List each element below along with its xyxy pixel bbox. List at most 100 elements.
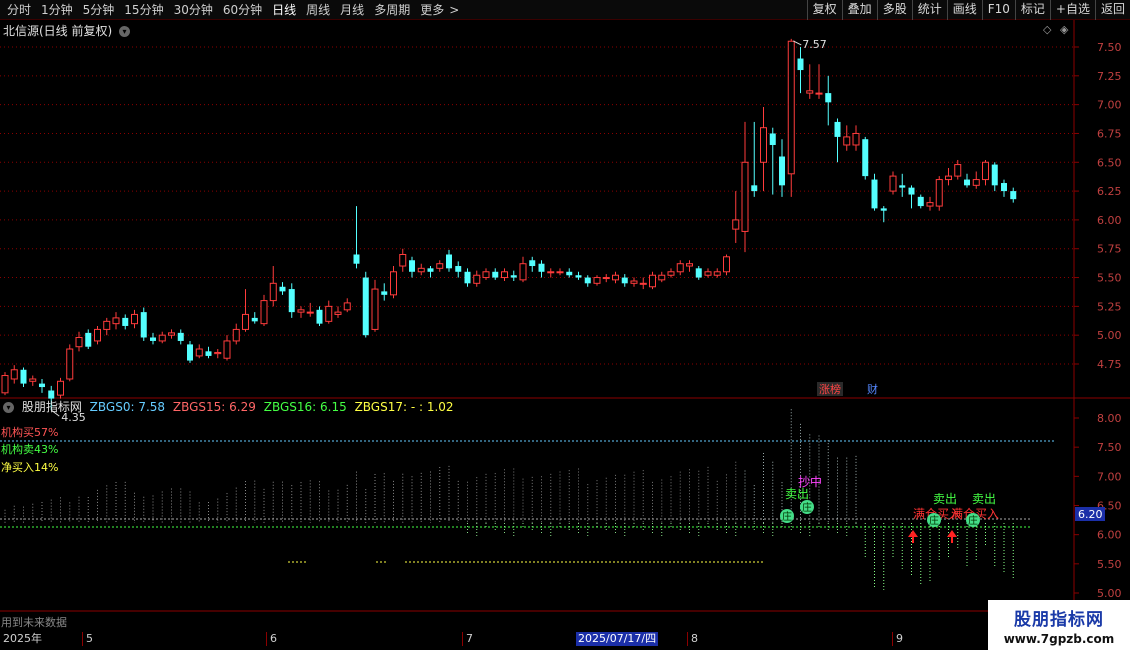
toolbar-button-6[interactable]: 标记 [1014, 0, 1050, 20]
candle-body-down [205, 351, 212, 356]
period-tab-9[interactable]: 多周期 [369, 0, 415, 20]
buy-arrow-icon [947, 530, 957, 537]
candle-body-up [232, 328, 240, 342]
candle-body-up [417, 267, 425, 273]
price-axis-label: 4.75 [1097, 358, 1122, 371]
toolbar-button-3[interactable]: 统计 [911, 0, 947, 20]
period-tab-7[interactable]: 周线 [301, 0, 335, 20]
zbgs16-value: ZBGS16: 6.15 [263, 400, 347, 414]
period-tab-6[interactable]: 日线 [267, 0, 301, 20]
date-axis: 2025年 5 6 7 8 9 [0, 632, 988, 646]
candle-body-up [852, 132, 860, 146]
candle-body-up [29, 378, 37, 382]
financial-marker[interactable]: 财 [867, 382, 878, 396]
toolbar-button-1[interactable]: 叠加 [841, 0, 877, 20]
candle-body-up [75, 336, 83, 348]
toolbar-button-8[interactable]: 返回 [1094, 0, 1130, 20]
stock-title-text: 北信源(日线 前复权) [3, 24, 113, 38]
chevron-down-icon[interactable]: ▾ [119, 26, 131, 37]
price-axis-label: 6.25 [1097, 185, 1122, 198]
period-tab-10[interactable]: 更多 [415, 0, 449, 20]
pin-icon[interactable]: ◈ [1060, 23, 1068, 36]
candle-body-down [538, 263, 545, 272]
candle-body-down [492, 271, 499, 278]
price-axis-label: 7.00 [1097, 99, 1122, 112]
toolbar-button-5[interactable]: F10 [981, 0, 1015, 20]
candle-body-up [1, 375, 9, 394]
period-tabs: 分时 1分钟 5分钟 15分钟 30分钟 60分钟 日线 周线 月线 多周期 更多 > [2, 0, 464, 20]
candle-body-down [584, 277, 591, 284]
candle-body-up [260, 300, 268, 325]
period-tab-3[interactable]: 15分钟 [119, 0, 168, 20]
period-tab-1[interactable]: 1分钟 [36, 0, 78, 20]
candle-body-up [325, 305, 333, 322]
period-tab-8[interactable]: 月线 [335, 0, 369, 20]
price-axis-label: 5.75 [1097, 243, 1122, 256]
watermark-logo: 股朋指标网 www.7gpzb.com [988, 600, 1130, 650]
candle-body-down [575, 275, 582, 278]
candle-body-up [982, 161, 989, 181]
candle-body-up [436, 263, 444, 269]
period-tab-0[interactable]: 分时 [2, 0, 36, 20]
toolbar-buttons: 复权 叠加 多股 统计 画线 F10 标记 +自选 返回 [806, 0, 1130, 20]
toolbar-button-2[interactable]: 多股 [876, 0, 912, 20]
candle-body-down [362, 277, 369, 336]
candle-body-up [390, 271, 397, 296]
settings-diamond-icon[interactable]: ◇ [1043, 23, 1051, 36]
candle-body-down [566, 271, 573, 276]
price-axis-label: 7.50 [1097, 41, 1122, 54]
candle-body-up [214, 351, 222, 355]
candle-body-up [223, 340, 231, 359]
candle-body-up [602, 277, 610, 280]
candle-body-up [556, 271, 564, 274]
candle-body-down [1010, 191, 1017, 200]
chevron-down-icon[interactable]: ▾ [3, 402, 14, 413]
indicator-axis-label: 7.00 [1097, 470, 1122, 483]
candle-body-down [381, 291, 388, 295]
candle-body-up [482, 271, 490, 279]
date-month-8: 8 [687, 632, 698, 646]
candle-body-down [251, 317, 258, 322]
candle-body-up [935, 179, 943, 207]
watermark-url: www.7gpzb.com [1003, 632, 1115, 646]
candle-body-up [686, 263, 693, 267]
candle-body-down [880, 208, 887, 211]
zhuang-signal-label: 庄 [782, 510, 792, 523]
candle-body-up [297, 309, 305, 313]
toolbar-button-7[interactable]: +自选 [1049, 0, 1095, 20]
candle-body-down [695, 268, 702, 278]
more-arrow-icon[interactable]: > [449, 0, 464, 20]
candle-body-up [94, 328, 101, 342]
period-tab-5[interactable]: 60分钟 [218, 0, 267, 20]
candle-body-down [825, 93, 832, 103]
candle-body-up [713, 271, 721, 276]
candle-body-down [20, 369, 27, 384]
candle-body-up [723, 256, 730, 273]
date-month-7: 7 [462, 632, 473, 646]
kline-chart[interactable]: 7.50 7.25 7.00 6.75 6.50 6.25 6.00 5.75 5.50 5.25… [0, 20, 1130, 632]
period-tab-2[interactable]: 5分钟 [78, 0, 120, 20]
candle-body-up [658, 274, 666, 281]
candle-body-up [612, 274, 619, 281]
candle-body-up [787, 40, 795, 175]
sell-signal-label: 卖出 [785, 487, 809, 501]
candle-body-up [195, 348, 203, 357]
candle-body-up [972, 179, 980, 186]
candle-body-up [112, 317, 120, 325]
candle-body-up [103, 320, 111, 330]
toolbar-button-4[interactable]: 画线 [946, 0, 982, 20]
candle-body-down [621, 277, 628, 284]
price-axis-label: 6.00 [1097, 214, 1122, 227]
toolbar-button-0[interactable]: 复权 [806, 0, 842, 20]
candle-body-down [529, 260, 536, 267]
candle-body-up [399, 253, 407, 267]
candle-body-up [667, 271, 675, 276]
enter-signal-label: 抄中 [798, 474, 822, 489]
candle-body-down [177, 332, 184, 341]
price-axis-label: 5.25 [1097, 300, 1122, 313]
candle-body-up [66, 348, 74, 380]
candle-body-up [158, 334, 166, 342]
limit-up-marker[interactable]: 涨榜 [819, 382, 841, 396]
period-tab-4[interactable]: 30分钟 [169, 0, 218, 20]
date-month-6: 6 [266, 632, 277, 646]
